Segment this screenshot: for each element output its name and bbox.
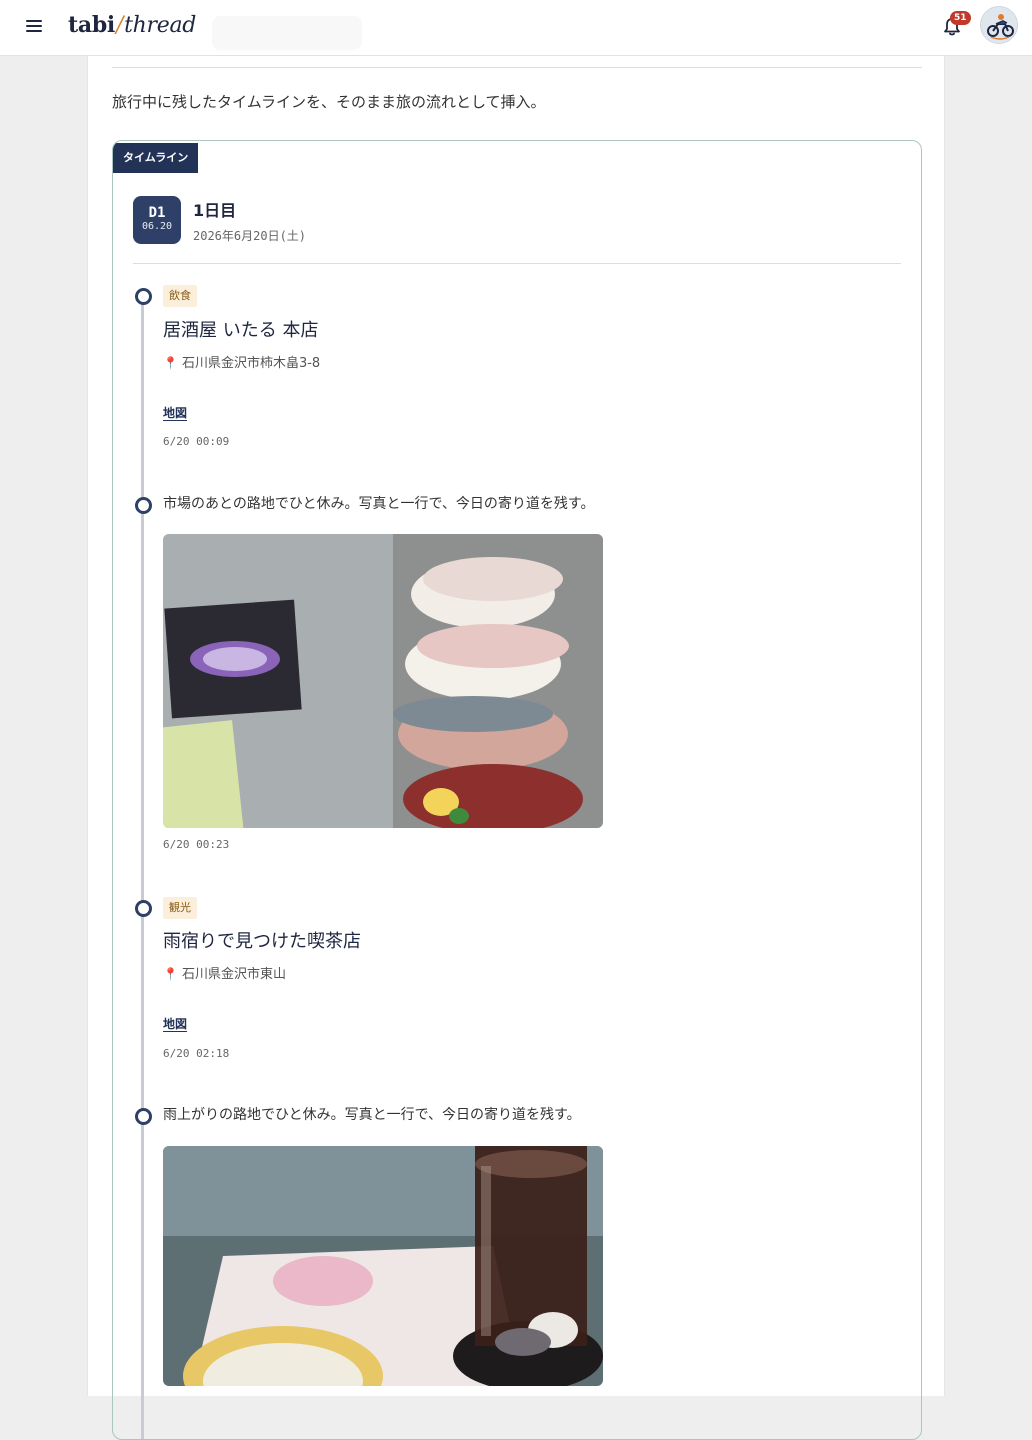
place-name: 居酒屋 いたる 本店 <box>163 320 319 341</box>
timeline-rail <box>141 291 144 1439</box>
section-divider <box>112 67 922 68</box>
top-header: tabi/thread 51 <box>0 0 1032 56</box>
entry-timestamp: 6/20 00:23 <box>163 838 230 851</box>
sushi-photo[interactable] <box>163 534 603 828</box>
article-card: 旅行中に残したタイムラインを、そのまま旅の流れとして挿入。 タイムライン D1 … <box>87 56 945 1440</box>
intro-text: 旅行中に残したタイムラインを、そのまま旅の流れとして挿入。 <box>112 93 546 111</box>
day-badge-number: D1 <box>148 205 166 221</box>
timeline-block: タイムライン D1 06.20 1日目 2026年6月20日(土) 飲食 居酒屋… <box>112 140 922 1440</box>
notification-badge: 51 <box>950 11 971 25</box>
day-badge: D1 06.20 <box>133 196 181 244</box>
entry-note: 雨上がりの路地でひと休み。写真と一行で、今日の寄り道を残す。 <box>163 1107 581 1123</box>
timeline-tag: タイムライン <box>113 143 199 173</box>
entry-timestamp: 6/20 00:09 <box>163 435 230 448</box>
place-name: 雨宿りで見つけた喫茶店 <box>163 931 361 952</box>
day-badge-date: 06.20 <box>141 221 173 232</box>
day-date: 2026年6月20日(土) <box>193 229 307 243</box>
logo-main: tabi <box>68 12 115 38</box>
entry-note: 市場のあとの路地でひと休み。写真と一行で、今日の寄り道を残す。 <box>163 496 595 512</box>
day-divider <box>133 263 901 264</box>
category-badge: 飲食 <box>163 285 197 307</box>
timeline-dot <box>135 288 152 305</box>
menu-icon[interactable] <box>22 17 46 39</box>
map-link[interactable]: 地図 <box>163 406 188 421</box>
address-text: 石川県金沢市東山 <box>181 967 286 982</box>
place-address: 📍 石川県金沢市柿木畠3-8 <box>163 352 320 371</box>
timeline-dot <box>135 1108 152 1125</box>
pin-icon: 📍 <box>163 967 178 981</box>
timeline-dot <box>135 497 152 514</box>
entry-timestamp: 6/20 02:18 <box>163 1047 230 1060</box>
address-text: 石川県金沢市柿木畠3-8 <box>181 356 321 371</box>
pin-icon: 📍 <box>163 356 178 370</box>
app-logo[interactable]: tabi/thread <box>68 12 196 38</box>
avatar-motorcycle-icon[interactable] <box>980 6 1018 44</box>
faded-nav-pill <box>212 16 362 50</box>
logo-slash: / <box>115 13 124 38</box>
category-badge: 観光 <box>163 897 197 919</box>
timeline-dot <box>135 900 152 917</box>
day-title: 1日目 <box>193 201 237 220</box>
cafe-photo[interactable] <box>163 1146 603 1386</box>
logo-sub: thread <box>124 13 197 38</box>
map-link[interactable]: 地図 <box>163 1017 188 1032</box>
place-address: 📍 石川県金沢市東山 <box>163 963 286 982</box>
